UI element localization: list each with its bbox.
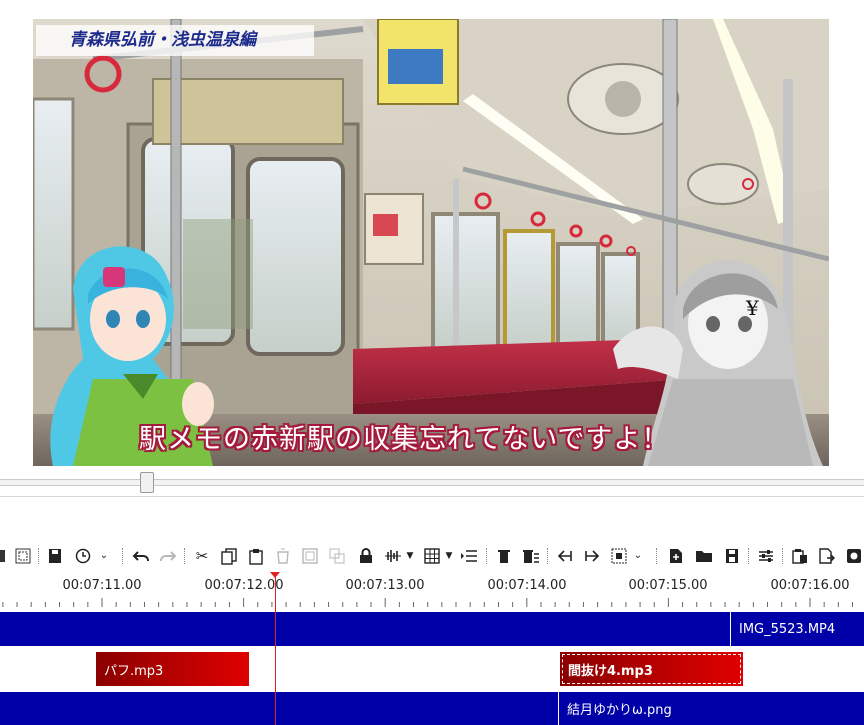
image-clip[interactable]: 結月ゆかりω.png (559, 692, 864, 725)
undo-icon[interactable] (130, 543, 152, 569)
audio-clip[interactable]: パフ.mp3 (96, 652, 249, 686)
cut-icon[interactable]: ✂ (191, 543, 213, 569)
toolbar-separator (38, 548, 39, 564)
copy-icon[interactable] (218, 543, 240, 569)
delete-list-icon[interactable] (520, 543, 542, 569)
ruler-label: 00:07:15.00 (628, 578, 708, 593)
chevron-down-icon[interactable]: ⌄ (98, 543, 110, 569)
lock-icon[interactable] (355, 543, 377, 569)
toolbar-separator (782, 548, 783, 564)
toolbar-separator (122, 548, 123, 564)
video-track: IMG_5523.MP4 (0, 612, 864, 646)
folder-icon[interactable] (693, 543, 715, 569)
location-caption: 青森県弘前・浅虫温泉編 (36, 25, 314, 56)
ruler-label: 00:07:11.00 (62, 578, 142, 593)
character-mark: ¥ (746, 296, 759, 320)
ruler-ticks (2, 598, 853, 607)
video-clip[interactable]: IMG_5523.MP4 (731, 612, 864, 646)
video-editor-window: 青森県弘前・浅虫温泉編 ¥ 駅メモの赤新駅の収集忘れてないですよ！ ⌄ ✂ ▼ … (0, 0, 864, 725)
clip-label: IMG_5523.MP4 (739, 621, 836, 637)
jump-start-icon[interactable] (554, 543, 576, 569)
seek-bar-thumb[interactable] (140, 472, 154, 493)
render-icon[interactable] (843, 543, 864, 569)
grid-icon[interactable] (13, 543, 33, 569)
redo-icon[interactable] (157, 543, 179, 569)
chevron-down-icon[interactable]: ⌄ (632, 543, 644, 569)
settings-sliders-icon[interactable] (755, 543, 777, 569)
audio-track: パフ.mp3 間抜け4.mp3 (0, 652, 864, 686)
clip-label: 間抜け4.mp3 (568, 663, 653, 679)
ruler-label: 00:07:13.00 (345, 578, 425, 593)
image-clip-prev[interactable] (0, 692, 558, 725)
playhead[interactable] (275, 572, 276, 725)
timeline-toolbar: ⌄ ✂ ▼ ▼ ⌄ (0, 543, 864, 569)
toolbar-separator (184, 548, 185, 564)
dropdown-arrow-icon[interactable]: ▼ (443, 543, 455, 569)
toolbar-separator (486, 548, 487, 564)
save-icon[interactable] (45, 543, 65, 569)
multi-icon[interactable] (326, 543, 348, 569)
delete-icon[interactable] (493, 543, 515, 569)
ruler-label: 00:07:16.00 (770, 578, 850, 593)
frame-icon[interactable] (299, 543, 321, 569)
fit-icon[interactable] (608, 543, 630, 569)
jump-end-icon[interactable] (581, 543, 603, 569)
seek-bar-track[interactable] (0, 479, 864, 486)
cup-icon[interactable] (272, 543, 294, 569)
train-interior-scene (33, 19, 829, 466)
dropdown-arrow-icon[interactable]: ▼ (404, 543, 416, 569)
waveform-icon[interactable] (382, 543, 404, 569)
video-preview[interactable]: 青森県弘前・浅虫温泉編 ¥ 駅メモの赤新駅の収集忘れてないですよ！ (33, 19, 829, 466)
clip-label: パフ.mp3 (104, 663, 164, 679)
subtitle-text: 駅メモの赤新駅の収集忘れてないですよ！ (139, 424, 670, 455)
ruler-label: 00:07:12.00 (204, 578, 284, 593)
audio-clip-selected[interactable]: 間抜け4.mp3 (560, 652, 743, 686)
clock-icon[interactable] (72, 543, 94, 569)
export-icon[interactable] (816, 543, 838, 569)
toolbar-separator (656, 548, 657, 564)
ruler-label: 00:07:14.00 (487, 578, 567, 593)
table-icon[interactable] (421, 543, 443, 569)
toolbar-separator (547, 548, 548, 564)
add-file-icon[interactable] (665, 543, 687, 569)
select-all-icon[interactable] (0, 543, 8, 569)
image-track: 結月ゆかりω.png (0, 692, 864, 725)
paste-icon[interactable] (245, 543, 267, 569)
divider (0, 496, 864, 497)
clipboard-icon[interactable] (789, 543, 811, 569)
disk-icon[interactable] (721, 543, 743, 569)
clip-label: 結月ゆかりω.png (567, 703, 672, 718)
indent-icon[interactable] (458, 543, 480, 569)
video-clip-prev[interactable] (0, 612, 730, 646)
toolbar-separator (748, 548, 749, 564)
